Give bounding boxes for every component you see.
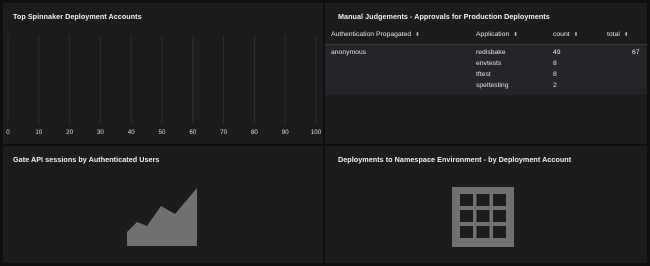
cell-application: tftest	[476, 71, 491, 78]
x-tick-label: 90	[282, 129, 289, 136]
deployments-namespace-panel: Deployments to Namespace Environment - b…	[325, 146, 647, 263]
sort-icon: ⬍	[623, 32, 629, 38]
x-tick-label: 10	[35, 129, 42, 136]
x-tick-label: 0	[6, 129, 10, 136]
cell-application: redisbake	[476, 49, 506, 56]
sort-icon: ⬍	[513, 32, 518, 38]
cell-application: speltesting	[476, 82, 509, 89]
column-header-auth[interactable]: Authentication Propagated ⬍	[331, 31, 420, 38]
x-tick-label: 50	[159, 129, 166, 136]
grid-table-icon	[452, 187, 514, 247]
x-tick-label: 40	[128, 129, 135, 136]
table-row[interactable]: anonymous redisbake envtests tftest spel…	[325, 45, 647, 95]
sort-icon: ⬍	[415, 32, 420, 38]
area-chart-icon	[127, 188, 197, 246]
cell-auth: anonymous	[331, 49, 367, 56]
judgements-table: Authentication Propagated ⬍ Application ⬍ …	[325, 26, 647, 95]
cell-count: 49	[553, 49, 561, 56]
cell-application: envtests	[476, 60, 502, 67]
cell-count: 8	[553, 60, 557, 67]
gate-sessions-panel: Gate API sessions by Authenticated Users	[3, 146, 323, 263]
sort-icon: ⬍	[573, 32, 579, 38]
x-tick-label: 30	[97, 129, 104, 136]
bar-chart: 0 10 20 30 40 50 60 70 80 90 100	[6, 35, 322, 136]
x-tick-label: 60	[189, 129, 196, 136]
cell-total: 67	[632, 49, 640, 56]
panel-title: Deployments to Namespace Environment - b…	[338, 155, 572, 164]
column-header-total[interactable]: total ⬍	[607, 31, 628, 38]
column-header-count[interactable]: count ⬍	[553, 31, 578, 38]
panel-title: Manual Judgements - Approvals for Produc…	[338, 12, 550, 21]
x-tick-label: 80	[251, 129, 258, 136]
judgements-panel: Manual Judgements - Approvals for Produc…	[325, 3, 647, 144]
table-header: Authentication Propagated ⬍ Application ⬍ …	[325, 26, 647, 45]
cell-count: 2	[553, 82, 557, 89]
x-tick-label: 70	[220, 129, 227, 136]
column-header-application[interactable]: Application ⬍	[476, 31, 518, 38]
x-tick-label: 20	[66, 129, 73, 136]
cell-count: 8	[553, 71, 557, 78]
x-tick-label: 100	[311, 129, 322, 136]
panel-title: Gate API sessions by Authenticated Users	[13, 155, 160, 164]
top-accounts-panel: Top Spinnaker Deployment Accounts 0 10 20 3…	[3, 3, 323, 144]
